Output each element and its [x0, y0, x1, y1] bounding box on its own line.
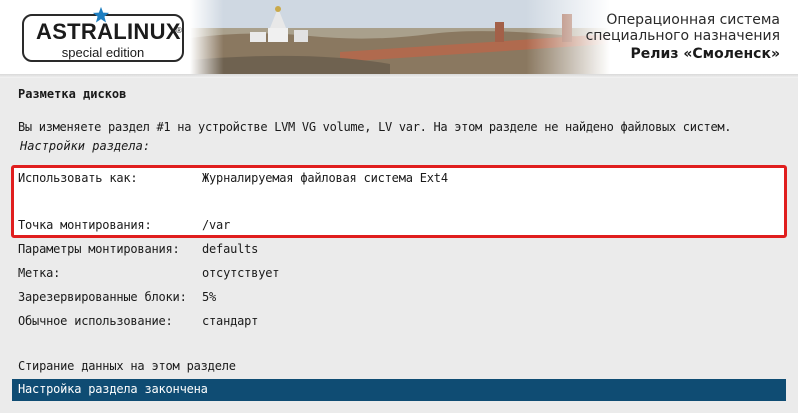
header-title-line2: специального назначения	[585, 28, 780, 44]
logo-registered-mark: ®	[175, 26, 183, 35]
header-release-name: Релиз «Смоленск»	[630, 46, 780, 62]
setting-value: Журналируемая файловая система Ext4	[202, 171, 448, 185]
partition-description: Вы изменяете раздел #1 на устройстве LVM…	[18, 120, 732, 134]
header-banner: ASTRALINUX ® special edition Операционна…	[0, 0, 798, 74]
action-erase-partition[interactable]: Стирание данных на этом разделе	[12, 356, 786, 378]
smolensk-photo	[190, 0, 610, 74]
star-icon	[92, 6, 110, 23]
setting-reserved-blocks[interactable]: Зарезервированные блоки: 5%	[12, 287, 786, 309]
action-label: Настройка раздела закончена	[18, 382, 208, 396]
page-title: Разметка дисков	[18, 87, 127, 101]
setting-value: /var	[202, 218, 231, 232]
logo-subtitle: special edition	[61, 45, 145, 60]
settings-subheading: Настройки раздела:	[20, 139, 151, 153]
setting-key: Метка:	[18, 266, 61, 280]
setting-key: Использовать как:	[18, 171, 138, 185]
setting-value: стандарт	[202, 314, 259, 328]
setting-key: Точка монтирования:	[18, 218, 152, 232]
header-title-line1: Операционная система	[606, 12, 780, 28]
setting-key: Зарезервированные блоки:	[18, 290, 187, 304]
setting-mount-options[interactable]: Параметры монтирования: defaults	[12, 239, 786, 261]
setting-mount-point[interactable]: Точка монтирования: /var	[12, 215, 786, 237]
setting-value: defaults	[202, 242, 259, 256]
action-done-setting-partition[interactable]: Настройка раздела закончена	[12, 379, 786, 401]
setting-label[interactable]: Метка: отсутствует	[12, 263, 786, 285]
setting-key: Параметры монтирования:	[18, 242, 180, 256]
setting-value: 5%	[202, 290, 217, 304]
setting-use-as[interactable]: Использовать как: Журналируемая файловая…	[12, 168, 786, 190]
setting-value: отсутствует	[202, 266, 280, 280]
setting-key: Обычное использование:	[18, 314, 173, 328]
installer-panel: Разметка дисков Вы изменяете раздел #1 н…	[0, 78, 798, 413]
action-label: Стирание данных на этом разделе	[18, 359, 236, 373]
setting-typical-usage[interactable]: Обычное использование: стандарт	[12, 311, 786, 333]
